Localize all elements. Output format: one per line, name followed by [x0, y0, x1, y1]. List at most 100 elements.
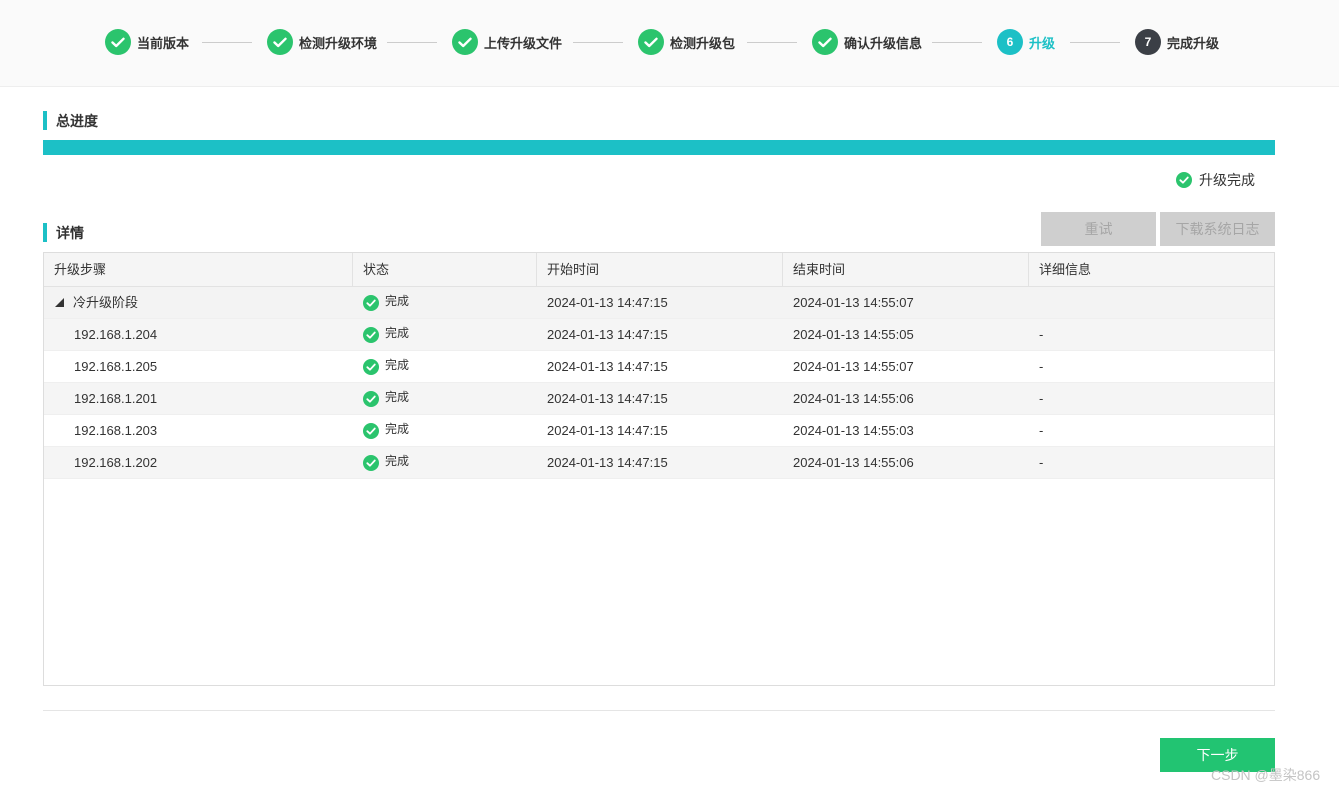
check-circle-icon: [363, 422, 379, 439]
upgrade-details-table: 升级步骤 状态 开始时间 结束时间 详细信息 冷升级阶段 完成 2024-01-…: [43, 252, 1275, 686]
table-row[interactable]: 192.168.1.205 完成 2024-01-13 14:47:15 202…: [44, 351, 1274, 383]
section-accent-bar: [43, 223, 47, 242]
step-connector: [747, 42, 797, 43]
end-time-cell: 2024-01-13 14:55:07: [793, 358, 914, 374]
check-circle-icon: [363, 326, 379, 343]
details-heading: 详情: [43, 223, 84, 242]
status-text: 完成: [385, 422, 410, 436]
end-time-cell: 2024-01-13 14:55:05: [793, 326, 914, 342]
check-circle-icon: [363, 454, 379, 471]
step-label: 检测升级包: [670, 35, 736, 51]
status-indicator: 完成: [363, 416, 409, 445]
status-indicator: 完成: [363, 384, 409, 413]
status-cell: 完成: [353, 383, 537, 415]
progress-fill: [43, 140, 1275, 155]
status-text: 完成: [385, 390, 410, 404]
upgrade-stepper: 当前版本 检测升级环境 上传升级文件 检测升级包 确认升级信息 6 升级 7 完: [0, 0, 1339, 87]
retry-button[interactable]: 重试: [1041, 212, 1156, 246]
node-ip-cell: 192.168.1.204: [74, 326, 158, 342]
start-time-cell: 2024-01-13 14:47:15: [547, 294, 668, 310]
step-confirm-info: 确认升级信息: [812, 29, 922, 55]
node-ip-cell: 192.168.1.202: [74, 454, 158, 470]
status-indicator: 完成: [363, 288, 409, 317]
check-circle-icon: [363, 390, 379, 407]
step-label: 升级: [1029, 35, 1056, 51]
start-time-cell: 2024-01-13 14:47:15: [547, 358, 668, 374]
section-title: 总进度: [56, 112, 98, 129]
status-cell: 完成: [353, 287, 537, 319]
status-indicator: 完成: [363, 352, 409, 381]
overall-status-text: 升级完成: [1199, 172, 1255, 188]
step-connector: [573, 42, 623, 43]
download-log-button[interactable]: 下载系统日志: [1160, 212, 1275, 246]
check-circle-icon: [363, 358, 379, 375]
section-title: 详情: [56, 224, 84, 241]
status-indicator: 完成: [363, 448, 409, 477]
table-header: 升级步骤 状态 开始时间 结束时间 详细信息: [44, 253, 1274, 287]
check-circle-icon: [638, 29, 664, 55]
section-accent-bar: [43, 111, 47, 130]
step-number-badge: 6: [997, 29, 1023, 55]
detail-cell: -: [1039, 422, 1044, 438]
overall-progress-heading: 总进度: [43, 111, 98, 130]
check-circle-icon: [267, 29, 293, 55]
group-name: 冷升级阶段: [73, 294, 139, 310]
step-label: 当前版本: [137, 35, 190, 51]
step-connector: [202, 42, 252, 43]
watermark: CSDN @墨染866: [1211, 767, 1321, 783]
check-circle-icon: [812, 29, 838, 55]
table-row[interactable]: 192.168.1.204 完成 2024-01-13 14:47:15 202…: [44, 319, 1274, 351]
status-text: 完成: [385, 454, 410, 468]
step-connector: [932, 42, 982, 43]
check-circle-icon: [1176, 172, 1192, 188]
detail-cell: -: [1039, 326, 1044, 342]
column-header-step[interactable]: 升级步骤: [44, 253, 353, 287]
check-circle-icon: [363, 294, 379, 311]
end-time-cell: 2024-01-13 14:55:06: [793, 390, 914, 406]
step-check-environment: 检测升级环境: [267, 29, 377, 55]
end-time-cell: 2024-01-13 14:55:06: [793, 454, 914, 470]
status-cell: 完成: [353, 319, 537, 351]
column-header-detail[interactable]: 详细信息: [1029, 253, 1274, 287]
table-row[interactable]: 192.168.1.202 完成 2024-01-13 14:47:15 202…: [44, 447, 1274, 479]
table-row[interactable]: 192.168.1.203 完成 2024-01-13 14:47:15 202…: [44, 415, 1274, 447]
step-label: 完成升级: [1167, 35, 1220, 51]
detail-cell: -: [1039, 358, 1044, 374]
status-cell: 完成: [353, 447, 537, 479]
start-time-cell: 2024-01-13 14:47:15: [547, 454, 668, 470]
status-text: 完成: [385, 326, 410, 340]
step-current-version: 当前版本: [105, 29, 189, 55]
footer-divider: [43, 710, 1275, 711]
node-ip-cell: 192.168.1.201: [74, 390, 158, 406]
step-label: 检测升级环境: [299, 35, 378, 51]
table-row[interactable]: 192.168.1.201 完成 2024-01-13 14:47:15 202…: [44, 383, 1274, 415]
group-name-cell: 冷升级阶段: [44, 287, 353, 319]
node-ip-cell: 192.168.1.205: [74, 358, 158, 374]
status-indicator: 完成: [363, 320, 409, 349]
overall-progress-bar: [43, 140, 1275, 155]
overall-status: 升级完成: [1176, 170, 1255, 190]
status-text: 完成: [385, 294, 410, 308]
column-header-start-time[interactable]: 开始时间: [537, 253, 783, 287]
step-label: 上传升级文件: [484, 35, 563, 51]
column-header-end-time[interactable]: 结束时间: [783, 253, 1029, 287]
detail-cell: -: [1039, 390, 1044, 406]
step-upload-file: 上传升级文件: [452, 29, 562, 55]
table-group-row[interactable]: 冷升级阶段 完成 2024-01-13 14:47:15 2024-01-13 …: [44, 287, 1274, 319]
caret-expanded-icon[interactable]: [54, 297, 65, 308]
step-complete: 7 完成升级: [1135, 29, 1219, 55]
step-check-package: 检测升级包: [638, 29, 735, 55]
step-label: 确认升级信息: [844, 35, 923, 51]
step-connector: [387, 42, 437, 43]
status-text: 完成: [385, 358, 410, 372]
detail-cell: -: [1039, 454, 1044, 470]
start-time-cell: 2024-01-13 14:47:15: [547, 326, 668, 342]
end-time-cell: 2024-01-13 14:55:07: [793, 294, 914, 310]
step-upgrade: 6 升级: [997, 29, 1055, 55]
check-circle-icon: [105, 29, 131, 55]
column-header-status[interactable]: 状态: [353, 253, 537, 287]
step-number-badge: 7: [1135, 29, 1161, 55]
step-connector: [1070, 42, 1120, 43]
check-circle-icon: [452, 29, 478, 55]
status-cell: 完成: [353, 415, 537, 447]
